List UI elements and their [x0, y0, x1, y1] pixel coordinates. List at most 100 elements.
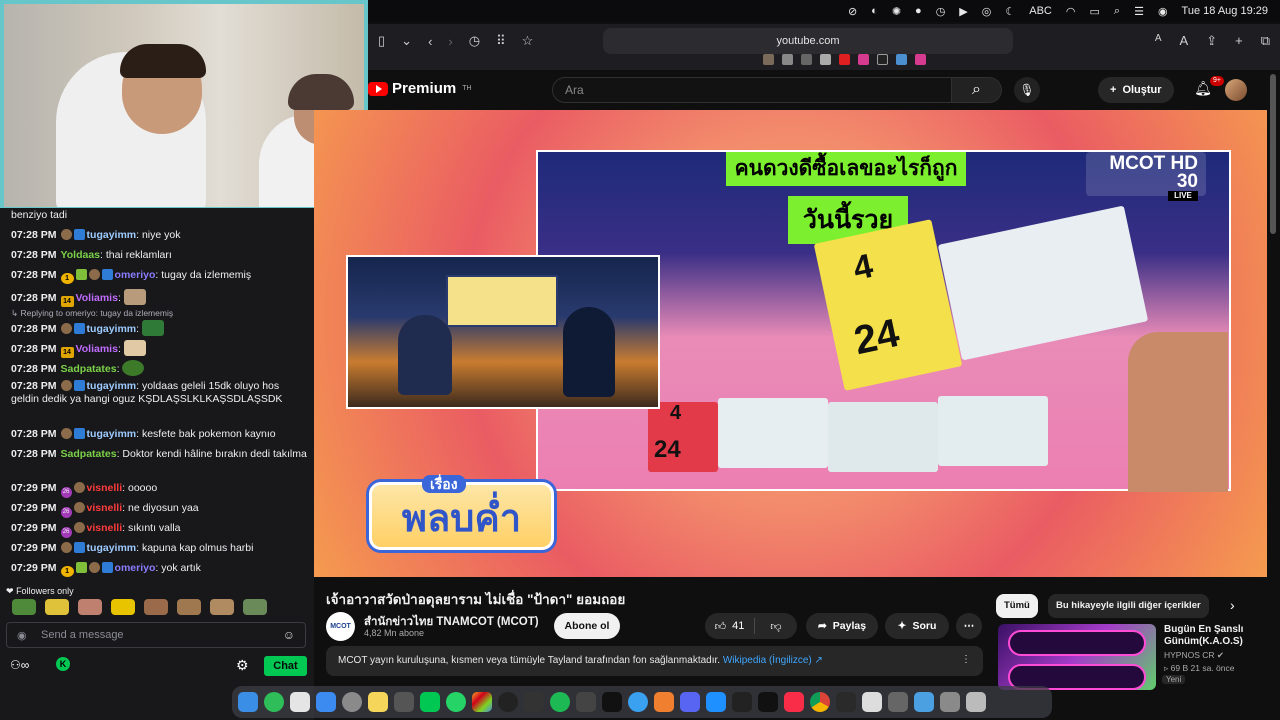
chat-username[interactable]: omeriyo [115, 562, 156, 574]
emote-button[interactable] [111, 599, 135, 615]
like-button[interactable]: 👍︎ 41 [705, 618, 755, 634]
create-button[interactable]: + Oluştur [1098, 77, 1174, 103]
emote-button[interactable] [177, 599, 201, 615]
search-icon[interactable]: ⌕ [1114, 5, 1120, 18]
chat-username[interactable]: tugayimm [87, 428, 137, 440]
terminal-icon[interactable] [732, 692, 752, 712]
notes-icon[interactable] [368, 692, 388, 712]
app-icon[interactable] [524, 692, 544, 712]
emote-button[interactable] [144, 599, 168, 615]
trash-icon[interactable] [966, 692, 986, 712]
emote-button[interactable] [210, 599, 234, 615]
instagram-favorite-icon[interactable] [914, 54, 926, 65]
font-smaller-icon[interactable]: A [1155, 33, 1162, 49]
address-bar[interactable]: youtube.com [603, 28, 1013, 54]
calculator-icon[interactable] [394, 692, 414, 712]
clock-icon[interactable]: ◷ [936, 5, 946, 18]
app-icon[interactable] [576, 692, 596, 712]
chat-username[interactable]: Sadpatates [61, 363, 117, 375]
instagram-favorite-icon[interactable] [857, 54, 869, 65]
menubar-clock[interactable]: Tue 18 Aug 19:29 [1182, 5, 1268, 17]
focus-moon-icon[interactable]: ☾ [1005, 5, 1015, 18]
page-scrollbar[interactable] [1270, 74, 1276, 234]
youtube-favorite-icon[interactable] [838, 54, 850, 65]
channel-avatar[interactable]: MCOT [326, 612, 355, 641]
chat-username[interactable]: visnelli [87, 502, 123, 514]
app-icon[interactable] [264, 692, 284, 712]
bookmark-star-icon[interactable]: ☆ [522, 33, 534, 49]
capcut-icon[interactable] [602, 692, 622, 712]
chat-username[interactable]: Voliamis [76, 343, 118, 355]
share-button[interactable]: ➦ Paylaş [806, 613, 878, 639]
vpn-icon[interactable]: ◐ [871, 5, 878, 17]
control-center-icon[interactable]: ☰ [1134, 5, 1144, 18]
finder-icon[interactable] [238, 692, 258, 712]
favorite-icon[interactable] [895, 54, 907, 65]
kick-app-icon[interactable] [420, 692, 440, 712]
youtube-premium-logo[interactable]: Premium TH [368, 80, 472, 97]
chat-username[interactable]: Voliamis [76, 292, 118, 304]
brightness-icon[interactable]: ✺ [892, 5, 901, 18]
document-icon[interactable] [862, 692, 882, 712]
airdrop-icon[interactable]: ◎ [982, 5, 992, 18]
play-icon[interactable]: ▶ [959, 5, 967, 18]
settings-gear-icon[interactable]: ⚙ [236, 657, 249, 674]
photos-icon[interactable] [472, 692, 492, 712]
app-icon[interactable] [888, 692, 908, 712]
emoji-icon[interactable]: ☺ [283, 628, 295, 642]
windows-app-icon[interactable] [706, 692, 726, 712]
chat-username[interactable]: Sadpatates [61, 448, 117, 460]
keyboard-input-indicator[interactable]: ABC [1029, 5, 1052, 17]
safari-icon[interactable] [628, 692, 648, 712]
dislike-button[interactable]: 👎︎ [755, 620, 797, 633]
chrome-icon[interactable] [810, 692, 830, 712]
mail-icon[interactable] [316, 692, 336, 712]
emote-button[interactable] [243, 599, 267, 615]
chip-related[interactable]: Bu hikayeyle ilgili diğer içerikler [1048, 594, 1209, 618]
chat-username[interactable]: visnelli [87, 522, 123, 534]
search-input[interactable]: Ara [552, 77, 952, 103]
wikipedia-link[interactable]: Wikipedia (İngilizce) ↗ [723, 655, 823, 666]
font-larger-icon[interactable]: A [1180, 33, 1189, 49]
recommended-video-title[interactable]: Bugün En Şanslı Günüm(K.A.O.S) [1164, 624, 1243, 648]
favorite-icon[interactable] [762, 54, 774, 65]
chip-all[interactable]: Tümü [996, 594, 1038, 618]
sidebar-toggle-icon[interactable]: ▯ [378, 33, 385, 49]
tabs-overview-icon[interactable]: ⧉ [1261, 33, 1270, 49]
obs-icon[interactable] [498, 692, 518, 712]
chevron-down-icon[interactable]: ⌄ [401, 33, 412, 49]
ask-button[interactable]: ✦ Soru [885, 613, 949, 639]
wifi-icon[interactable]: ◠ [1066, 5, 1076, 18]
siri-icon[interactable]: ◉ [1158, 5, 1168, 18]
capcut-icon[interactable] [758, 692, 778, 712]
favorite-icon[interactable] [781, 54, 793, 65]
video-player[interactable]: คนดวงดีซื้อเลขอะไรก็ถูก วันนี้รวย MCOT H… [314, 110, 1267, 577]
spotify-app-icon[interactable] [550, 692, 570, 712]
chat-username[interactable]: tugayimm [87, 323, 137, 335]
chat-username[interactable]: visnelli [87, 482, 123, 494]
chat-message-input[interactable]: ◉ Send a message ☺ [6, 622, 306, 648]
app-icon[interactable] [940, 692, 960, 712]
recommended-video-thumbnail[interactable] [998, 624, 1156, 690]
downloads-icon[interactable] [914, 692, 934, 712]
points-icon[interactable]: ⚇∞ [10, 658, 29, 672]
history-icon[interactable]: ◷ [469, 33, 480, 49]
chat-send-button[interactable]: Chat [264, 656, 307, 676]
account-avatar[interactable] [1225, 79, 1247, 101]
launchpad-icon[interactable] [290, 692, 310, 712]
emote-button[interactable] [78, 599, 102, 615]
music-icon[interactable] [784, 692, 804, 712]
tiktok-favorite-icon[interactable] [876, 54, 888, 65]
recommended-channel[interactable]: HYPNOS CR ✔ [1164, 650, 1224, 661]
chat-mode-icon[interactable]: ◉ [17, 629, 27, 642]
settings-icon[interactable] [342, 692, 362, 712]
forward-icon[interactable]: › [448, 34, 452, 49]
more-vertical-icon[interactable]: ⋮ [961, 654, 971, 665]
back-icon[interactable]: ‹ [428, 34, 432, 49]
subscribe-button[interactable]: Abone ol [554, 613, 620, 639]
favorite-icon[interactable] [800, 54, 812, 65]
chevron-right-icon[interactable]: › [1230, 597, 1235, 613]
spotify-icon[interactable]: ● [915, 5, 922, 17]
app-icon[interactable] [654, 692, 674, 712]
discord-icon[interactable] [680, 692, 700, 712]
